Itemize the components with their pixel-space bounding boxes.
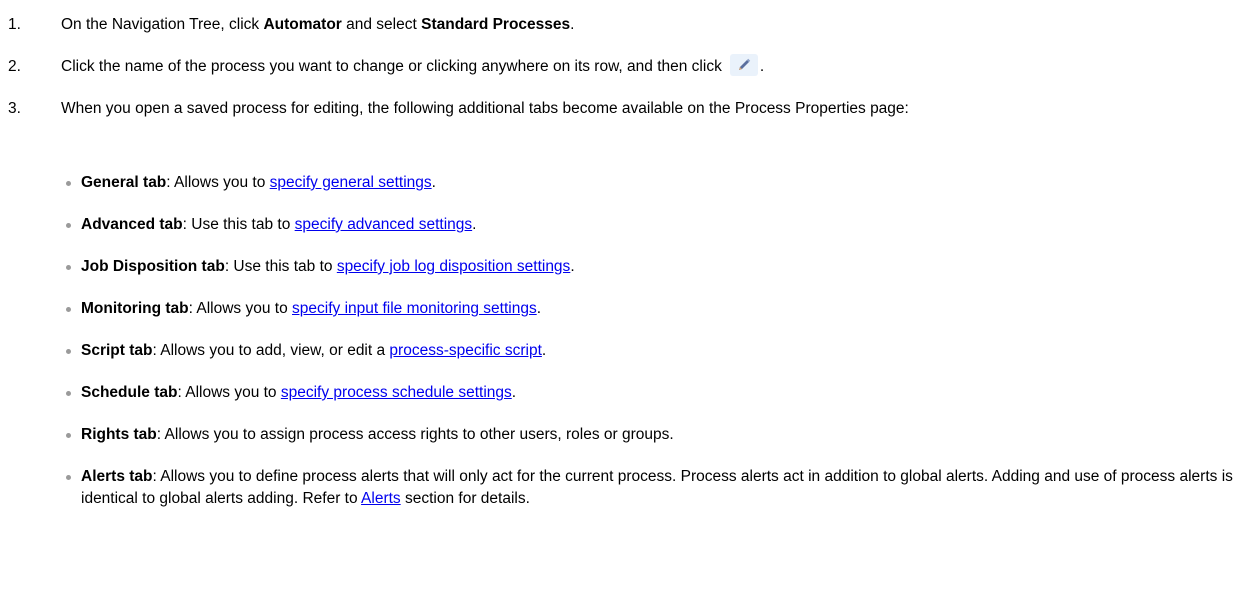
list-item-end: . bbox=[570, 258, 575, 275]
job-log-disposition-settings-link[interactable]: specify job log disposition settings bbox=[337, 258, 571, 275]
bullet-dot bbox=[66, 265, 71, 270]
list-item-end: section for details. bbox=[400, 490, 530, 507]
process-specific-script-link[interactable]: process-specific script bbox=[389, 342, 541, 359]
list-item-description: : Allows you to assign process access ri… bbox=[156, 426, 674, 443]
bullet-dot bbox=[66, 475, 71, 480]
tab-name: Alerts tab bbox=[81, 468, 153, 485]
step-number: 2. bbox=[8, 58, 21, 75]
list-item-description: : Allows you to bbox=[166, 174, 270, 191]
step-text-part: and select bbox=[341, 16, 422, 33]
process-schedule-settings-link[interactable]: specify process schedule settings bbox=[281, 384, 512, 401]
tab-name: Script tab bbox=[81, 342, 153, 359]
list-item-end: . bbox=[472, 216, 477, 233]
list-item-description: : Allows you to bbox=[177, 384, 281, 401]
input-file-monitoring-settings-link[interactable]: specify input file monitoring settings bbox=[292, 300, 537, 317]
list-item-text: Advanced tab: Use this tab to specify ad… bbox=[81, 214, 1249, 236]
list-item-description: : Use this tab to bbox=[224, 258, 337, 275]
edit-pencil-icon bbox=[729, 54, 758, 76]
pencil-icon-glyph bbox=[738, 58, 751, 70]
automator-term: Automator bbox=[263, 16, 342, 33]
list-item-text: Alerts tab: Allows you to define process… bbox=[81, 466, 1249, 510]
list-item-description: : Allows you to bbox=[188, 300, 293, 317]
tab-name: Monitoring tab bbox=[81, 300, 189, 317]
list-item-end: . bbox=[536, 300, 542, 317]
standard-processes-term: Standard Processes bbox=[421, 16, 571, 33]
list-item-text: Script tab: Allows you to add, view, or … bbox=[81, 340, 1249, 362]
list-item-text: Job Disposition tab: Use this tab to spe… bbox=[81, 256, 1249, 278]
list-item-description: : Use this tab to bbox=[182, 216, 295, 233]
bullet-dot bbox=[66, 181, 71, 186]
bullet-dot bbox=[66, 391, 71, 396]
tab-name: Job Disposition tab bbox=[81, 258, 225, 275]
bullet-dot bbox=[66, 307, 71, 312]
list-item-text: General tab: Allows you to specify gener… bbox=[81, 172, 1249, 194]
list-item-text: Monitoring tab: Allows you to specify in… bbox=[81, 298, 1249, 320]
advanced-settings-link[interactable]: specify advanced settings bbox=[295, 216, 473, 233]
step-text: Click the name of the process you want t… bbox=[61, 54, 1246, 78]
step-number: 3. bbox=[8, 100, 21, 117]
bullet-dot bbox=[66, 433, 71, 438]
general-settings-link[interactable]: specify general settings bbox=[270, 174, 432, 191]
tab-name: Rights tab bbox=[81, 426, 157, 443]
alerts-link[interactable]: Alerts bbox=[361, 490, 401, 507]
list-item-end: . bbox=[541, 342, 547, 359]
list-item-end: . bbox=[431, 174, 436, 191]
step-text-part: On the Navigation Tree, click bbox=[61, 16, 264, 33]
step-number: 1. bbox=[8, 16, 21, 33]
list-item-text: Rights tab: Allows you to assign process… bbox=[81, 424, 1249, 446]
step-text-part: Click the name of the process you want t… bbox=[61, 58, 722, 76]
bullet-dot bbox=[66, 349, 71, 354]
tab-name: Advanced tab bbox=[81, 216, 183, 233]
bullet-dot bbox=[66, 223, 71, 228]
help-document: 1. On the Navigation Tree, click Automat… bbox=[0, 0, 1256, 612]
step-text-part: . bbox=[759, 58, 765, 76]
step-text-part: . bbox=[570, 16, 575, 33]
tab-name: General tab bbox=[81, 174, 167, 191]
tab-name: Schedule tab bbox=[81, 384, 178, 401]
step-text: When you open a saved process for editin… bbox=[61, 100, 909, 117]
list-item-text: Schedule tab: Allows you to specify proc… bbox=[81, 382, 1249, 404]
step-text: On the Navigation Tree, click Automator … bbox=[61, 14, 1246, 36]
list-item-description: : Allows you to add, view, or edit a bbox=[152, 342, 390, 359]
list-item-end: . bbox=[511, 384, 517, 401]
list-item-description: : Allows you to define process alerts th… bbox=[81, 468, 1233, 507]
